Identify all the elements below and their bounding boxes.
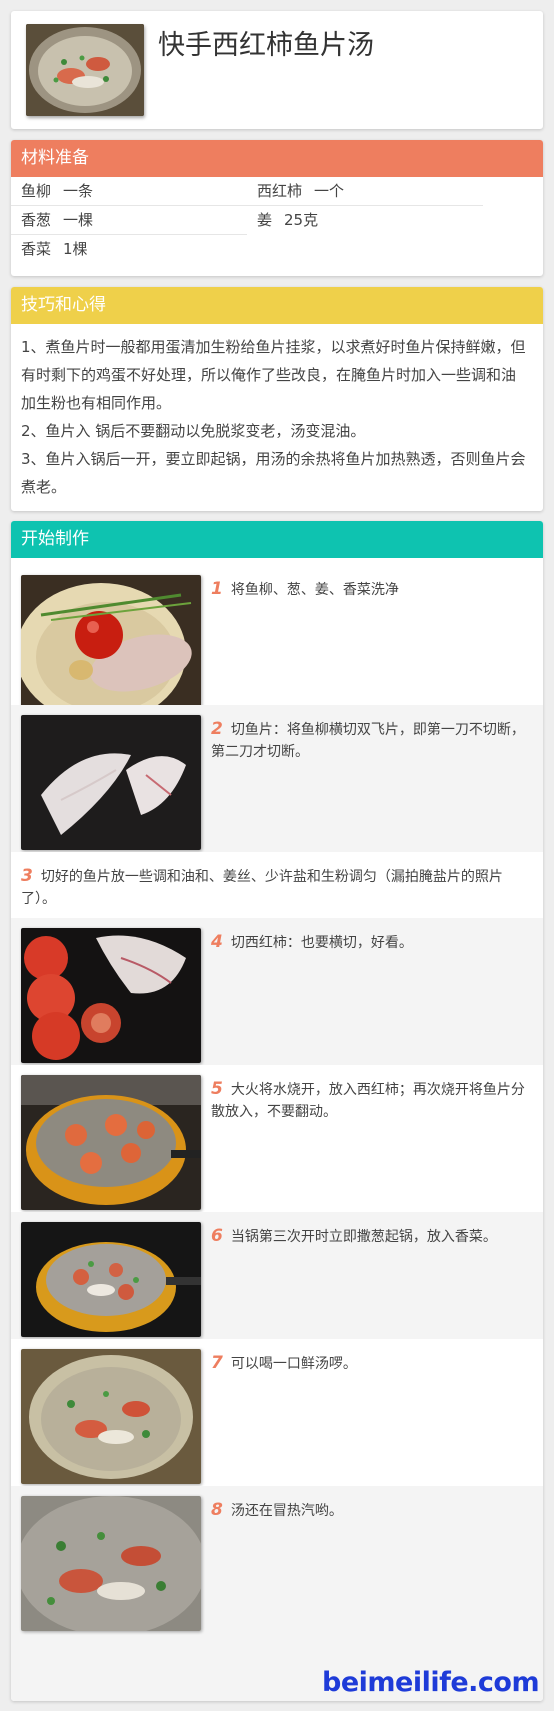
ingredient-amount: 1棵 [63,240,88,258]
ingredient-name: 香葱 [21,211,52,229]
step-text: 8 汤还在冒热汽哟。 [211,1499,527,1522]
soup-pot-photo[interactable] [21,1222,201,1337]
step-text: 4 切西红柿：也要横切，好看。 [211,931,527,954]
step-row: 6 当锅第三次开时立即撒葱起锅，放入香菜。 [11,1212,543,1339]
ingredient-name: 鱼柳 [21,182,52,200]
steps-card: 开始制作 1 将鱼柳、葱、姜、香菜洗净 2 切鱼片：将鱼柳横切双飞片，即第一刀不… [11,521,543,1701]
ingredient-item: 香葱 一棵 [11,206,247,235]
step-row: 1 将鱼柳、葱、姜、香菜洗净 [11,558,543,710]
site-watermark: beimeilife.com [322,1667,540,1698]
step-description: 汤还在冒热汽哟。 [230,1503,343,1519]
step-description: 切鱼片：将鱼柳横切双飞片，即第一刀不切断，第二刀才切断。 [211,722,525,760]
recipe-title: 快手西红柿鱼片汤 [158,30,374,61]
step-text: 5 大火将水烧开，放入西红柿；再次烧开将鱼片分散放入，不要翻动。 [211,1078,527,1123]
step-text: 1 将鱼柳、葱、姜、香菜洗净 [211,578,527,601]
ingredients-card: 材料准备 鱼柳 一条 西红柿 一个 香葱 一棵 姜 25克 香菜 1棵 [11,140,543,276]
steps-header: 开始制作 [11,521,543,558]
step-row: 5 大火将水烧开，放入西红柿；再次烧开将鱼片分散放入，不要翻动。 [11,1065,543,1212]
ingredient-name: 姜 [257,211,273,229]
step-description: 将鱼柳、葱、姜、香菜洗净 [230,582,399,598]
ingredients-list: 鱼柳 一条 西红柿 一个 香葱 一棵 姜 25克 香菜 1棵 [11,177,543,276]
step-description: 可以喝一口鲜汤啰。 [230,1356,357,1372]
step-number: 1 [211,579,223,599]
step-description: 切好的鱼片放一些调和油和、姜丝、少许盐和生粉调匀（漏拍腌盐片的照片了）。 [21,869,503,907]
recipe-title-card: 快手西红柿鱼片汤 [11,11,543,129]
step-number: 5 [211,1079,223,1099]
tips-header: 技巧和心得 [11,287,543,324]
tip-paragraph: 1、煮鱼片时一般都用蛋清加生粉给鱼片挂浆，以求煮好时鱼片保持鲜嫩，但有时剩下的鸡… [21,338,526,412]
ingredient-amount: 一条 [63,182,94,200]
ingredient-amount: 一个 [314,182,345,200]
tips-body: 1、煮鱼片时一般都用蛋清加生粉给鱼片挂浆，以求煮好时鱼片保持鲜嫩，但有时剩下的鸡… [11,324,543,501]
step-row: 3 切好的鱼片放一些调和油和、姜丝、少许盐和生粉调匀（漏拍腌盐片的照片了）。 [11,852,543,918]
tip-paragraph: 3、鱼片入锅后一开，要立即起锅，用汤的余热将鱼片加热熟透，否则鱼片会煮老。 [21,450,526,496]
ingredient-name: 香菜 [21,240,52,258]
sliced-fish-photo[interactable] [21,715,201,850]
step-text: 6 当锅第三次开时立即撒葱起锅，放入香菜。 [211,1225,527,1248]
step-description: 大火将水烧开，放入西红柿；再次烧开将鱼片分散放入，不要翻动。 [211,1082,525,1120]
step-number: 7 [211,1353,223,1373]
soup-bowl-photo[interactable] [21,1349,201,1484]
fish-tomato-plate-photo[interactable] [21,575,201,710]
step-number: 3 [21,866,33,886]
steaming-soup-photo[interactable] [21,1496,201,1631]
tomato-pot-photo[interactable] [21,1075,201,1210]
tips-card: 技巧和心得 1、煮鱼片时一般都用蛋清加生粉给鱼片挂浆，以求煮好时鱼片保持鲜嫩，但… [11,287,543,511]
ingredient-amount: 一棵 [63,211,94,229]
ingredient-item: 香菜 1棵 [11,235,247,264]
step-description: 切西红柿：也要横切，好看。 [230,935,413,951]
step-text: 7 可以喝一口鲜汤啰。 [211,1352,527,1375]
step-description: 当锅第三次开时立即撒葱起锅，放入香菜。 [230,1229,497,1245]
step-number: 8 [211,1500,223,1520]
sliced-tomato-photo[interactable] [21,928,201,1063]
step-text: 2 切鱼片：将鱼柳横切双飞片，即第一刀不切断，第二刀才切断。 [211,718,527,763]
dish-thumbnail-photo[interactable] [26,24,144,116]
ingredients-header: 材料准备 [11,140,543,177]
step-number: 4 [211,932,223,952]
step-row: 4 切西红柿：也要横切，好看。 [11,918,543,1065]
step-text: 3 切好的鱼片放一些调和油和、姜丝、少许盐和生粉调匀（漏拍腌盐片的照片了）。 [21,865,527,910]
ingredient-name: 西红柿 [257,182,303,200]
step-row: 2 切鱼片：将鱼柳横切双飞片，即第一刀不切断，第二刀才切断。 [11,705,543,852]
ingredient-item: 鱼柳 一条 [11,177,247,206]
ingredient-item: 西红柿 一个 [247,177,483,206]
tip-paragraph: 2、鱼片入 锅后不要翻动以免脱浆变老，汤变混油。 [21,422,366,440]
step-number: 2 [211,719,223,739]
step-number: 6 [211,1226,223,1246]
ingredient-amount: 25克 [284,211,319,229]
ingredient-item: 姜 25克 [247,206,483,235]
step-row: 7 可以喝一口鲜汤啰。 [11,1339,543,1486]
